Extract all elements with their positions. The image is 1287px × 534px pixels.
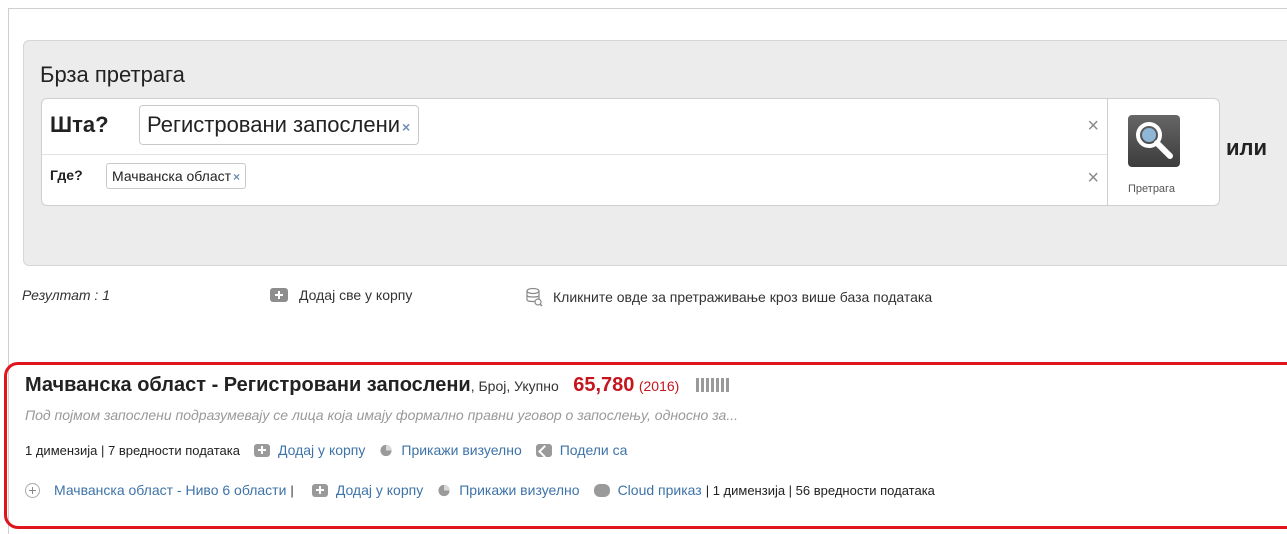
clear-what-icon[interactable]: × [1087, 115, 1099, 138]
separator: | [290, 482, 294, 498]
remove-where-tag-icon[interactable]: × [233, 170, 240, 184]
where-tag[interactable]: Мачванска област × [106, 163, 247, 189]
sublevel-add-to-basket-link[interactable]: Додај у корпу [336, 482, 423, 498]
expand-plus-icon[interactable] [25, 482, 40, 498]
sublevel-link[interactable]: Мачванска област - Ниво 6 области [54, 482, 286, 498]
show-visual-link[interactable]: Прикажи визуелно [401, 442, 521, 458]
what-tag[interactable]: Регистровани запослени × [139, 105, 420, 145]
where-tag-text: Мачванска област [112, 168, 232, 184]
fields-divider [42, 154, 1107, 155]
search-button[interactable]: Претрага [1108, 98, 1220, 206]
sublevel-show-visual-link[interactable]: Прикажи визуелно [459, 482, 579, 498]
result-actions-row: 1 димензија | 7 вредности података Додај… [25, 442, 627, 458]
sparkline-bars-icon [695, 378, 731, 397]
pie-chart-icon [380, 444, 392, 456]
multi-database-search-link[interactable]: Кликните овде за претраживање кроз више … [525, 287, 932, 307]
result-value: 65,780 [573, 374, 635, 396]
remove-what-tag-icon[interactable]: × [402, 119, 410, 135]
sublevel-meta: | 1 димензија | 56 вредности података [705, 482, 935, 498]
cloud-view-link[interactable]: Cloud приказ [618, 482, 702, 498]
share-icon [535, 443, 552, 457]
plus-box-icon [253, 443, 270, 457]
result-subtitle: , Број, Укупно [470, 378, 559, 394]
result-description: Под појмом запослени подразумевају се ли… [25, 407, 739, 423]
add-all-to-basket[interactable]: Додај све у корпу [270, 287, 412, 303]
what-label: Шта? [50, 112, 109, 137]
or-label: или [1226, 135, 1268, 160]
magnifier-icon [1128, 115, 1180, 167]
plus-box-icon [270, 288, 288, 302]
clear-where-icon[interactable]: × [1087, 167, 1099, 190]
quick-search-title: Брза претрага [40, 62, 185, 87]
result-title[interactable]: Мачванска област - Регистровани запослен… [25, 374, 471, 396]
result-meta: 1 димензија | 7 вредности података [25, 442, 240, 458]
multi-db-label: Кликните овде за претраживање кроз више … [553, 289, 933, 305]
search-fields: Шта? Регистровани запослени × × Где? Мачв… [41, 98, 1108, 206]
share-with-link[interactable]: Подели са [560, 442, 628, 458]
cloud-icon [593, 483, 610, 497]
search-button-label: Претрага [1128, 183, 1175, 195]
result-count: Резултат : 1 [22, 287, 110, 303]
frame-top-border [8, 8, 1287, 9]
result-sublevel-row: Мачванска област - Ниво 6 области | Дода… [25, 482, 935, 498]
add-all-label: Додај све у корпу [299, 287, 413, 303]
pie-chart-icon [438, 484, 450, 496]
result-title-row: Мачванска област - Регистровани запослен… [25, 374, 731, 397]
plus-box-icon [311, 483, 328, 497]
result-year: (2016) [638, 378, 680, 394]
database-search-icon [526, 287, 543, 307]
what-tag-text: Регистровани запослени [147, 112, 401, 137]
where-label: Где? [50, 167, 83, 183]
add-to-basket-link[interactable]: Додај у корпу [278, 442, 365, 458]
